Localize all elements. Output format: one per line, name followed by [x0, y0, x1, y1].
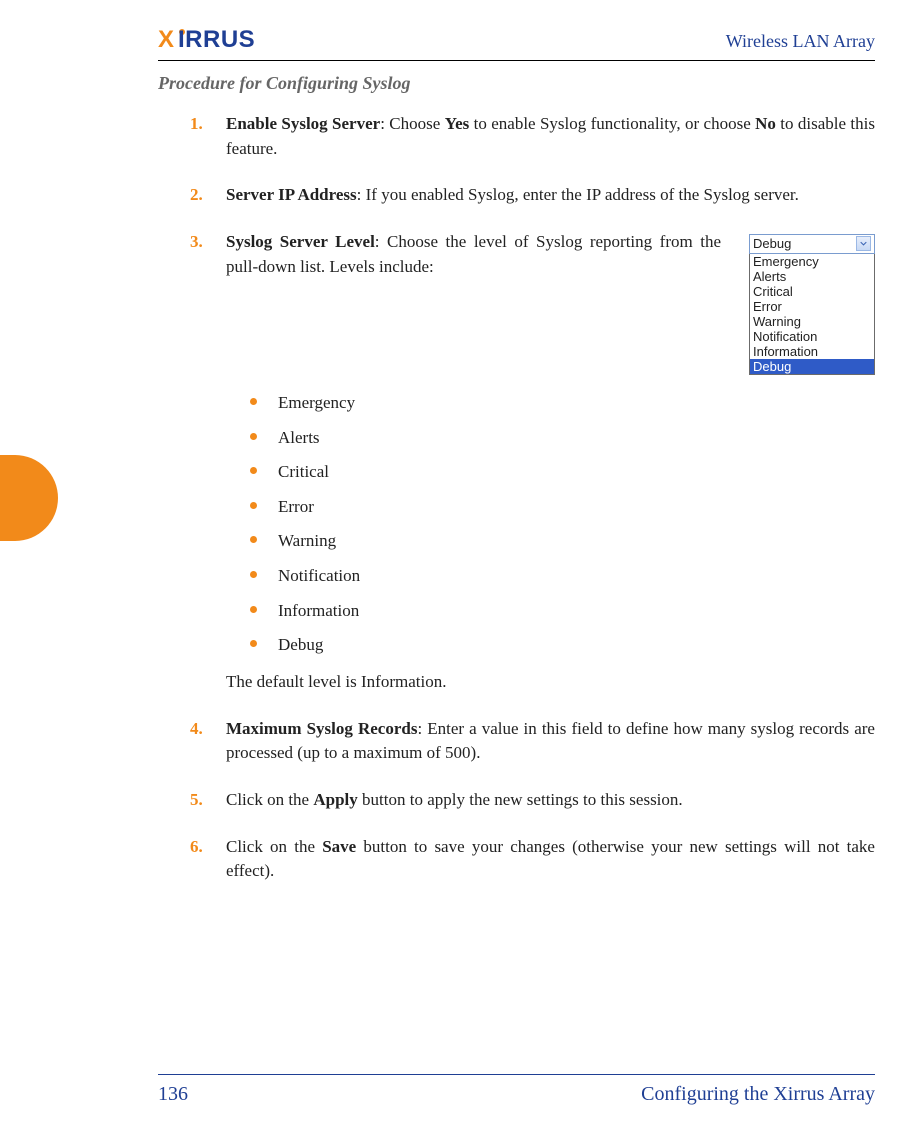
- header-rule: [158, 60, 875, 61]
- text-bold: Yes: [445, 114, 470, 133]
- chevron-down-icon: [856, 236, 871, 251]
- svg-text:X: X: [158, 26, 175, 52]
- step-lead: Syslog Server Level: [226, 232, 375, 251]
- page-number: 136: [158, 1083, 188, 1106]
- dropdown-option[interactable]: Error: [750, 299, 874, 314]
- text: : If you enabled Syslog, enter the IP ad…: [357, 185, 799, 204]
- dropdown-option[interactable]: Critical: [750, 284, 874, 299]
- list-item: Critical: [248, 460, 875, 485]
- text: button to apply the new settings to this…: [358, 790, 683, 809]
- text: Click on the: [226, 837, 322, 856]
- step-number: 2.: [190, 183, 212, 208]
- step-1: 1. Enable Syslog Server: Choose Yes to e…: [190, 112, 875, 161]
- footer-rule: [158, 1074, 875, 1075]
- section-heading: Procedure for Configuring Syslog: [158, 73, 875, 94]
- dropdown-select[interactable]: Debug: [749, 234, 875, 254]
- step-lead: Enable Syslog Server: [226, 114, 380, 133]
- dropdown-option[interactable]: Alerts: [750, 269, 874, 284]
- text: : Choose: [380, 114, 444, 133]
- text-bold: No: [755, 114, 776, 133]
- dropdown-option[interactable]: Warning: [750, 314, 874, 329]
- dropdown-option-selected[interactable]: Debug: [750, 359, 874, 374]
- brand-logo: X IRRUS: [158, 26, 338, 52]
- step-lead: Server IP Address: [226, 185, 357, 204]
- step-number: 6.: [190, 835, 212, 884]
- list-item: Notification: [248, 564, 875, 589]
- svg-text:IRRUS: IRRUS: [178, 26, 255, 52]
- dropdown-selected: Debug: [753, 235, 791, 254]
- dropdown-option[interactable]: Emergency: [750, 254, 874, 269]
- list-item: Information: [248, 599, 875, 624]
- step-number: 3.: [190, 230, 212, 695]
- footer-section: Configuring the Xirrus Array: [641, 1083, 875, 1106]
- text: to enable Syslog functionality, or choos…: [469, 114, 755, 133]
- thumb-tab: [0, 455, 58, 541]
- text: Click on the: [226, 790, 313, 809]
- step-5: 5. Click on the Apply button to apply th…: [190, 788, 875, 813]
- dropdown-option[interactable]: Information: [750, 344, 874, 359]
- list-item: Emergency: [248, 391, 875, 416]
- step-number: 4.: [190, 717, 212, 766]
- step-number: 5.: [190, 788, 212, 813]
- step-trailing: The default level is Information.: [226, 670, 875, 695]
- step-6: 6. Click on the Save button to save your…: [190, 835, 875, 884]
- list-item: Error: [248, 495, 875, 520]
- document-title: Wireless LAN Array: [726, 31, 875, 52]
- step-number: 1.: [190, 112, 212, 161]
- text-bold: Apply: [313, 790, 357, 809]
- step-2: 2. Server IP Address: If you enabled Sys…: [190, 183, 875, 208]
- bullet-list: Emergency Alerts Critical Error Warning …: [248, 391, 875, 658]
- list-item: Debug: [248, 633, 875, 658]
- text-bold: Save: [322, 837, 356, 856]
- list-item: Alerts: [248, 426, 875, 451]
- dropdown-list[interactable]: Emergency Alerts Critical Error Warning …: [749, 254, 875, 375]
- step-lead: Maximum Syslog Records: [226, 719, 417, 738]
- list-item: Warning: [248, 529, 875, 554]
- dropdown-screenshot: Debug Emergency Alerts Critical Error: [749, 234, 875, 375]
- dropdown-option[interactable]: Notification: [750, 329, 874, 344]
- step-4: 4. Maximum Syslog Records: Enter a value…: [190, 717, 875, 766]
- step-3: 3. Syslog Server Level: Choose the level…: [190, 230, 875, 695]
